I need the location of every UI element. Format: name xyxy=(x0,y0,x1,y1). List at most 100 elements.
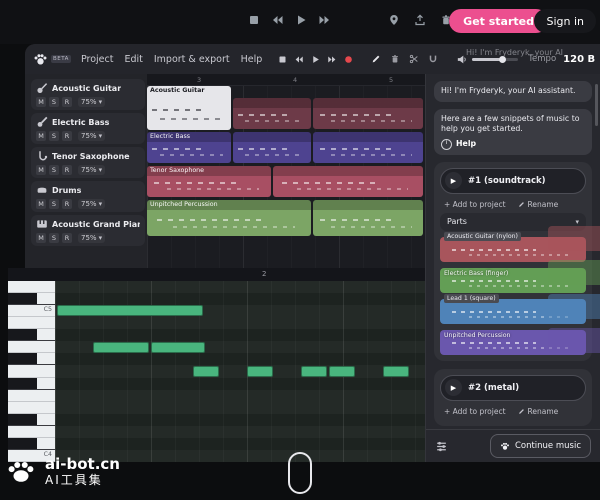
piano-key[interactable] xyxy=(8,365,55,377)
track-volume[interactable]: 75% ▾ xyxy=(78,199,105,209)
sliders-icon[interactable] xyxy=(435,440,448,453)
piano-keys[interactable]: C5C4 xyxy=(8,281,55,462)
magnet-icon[interactable] xyxy=(428,54,438,64)
piano-roll-ruler[interactable]: 2 xyxy=(8,268,425,282)
track-acoustic-grand-piano[interactable]: Acoustic Grand Piano M S R 75% ▾ xyxy=(31,215,145,246)
get-started-button[interactable]: Get started xyxy=(449,9,548,33)
piano-icon xyxy=(36,218,48,230)
scissors-icon[interactable] xyxy=(409,54,419,64)
pin-icon[interactable] xyxy=(388,14,400,26)
volume-slider[interactable] xyxy=(472,58,518,61)
midi-note[interactable] xyxy=(93,342,149,353)
upload-icon[interactable] xyxy=(414,14,426,26)
solo-button[interactable]: S xyxy=(49,131,59,141)
solo-button[interactable]: S xyxy=(49,97,59,107)
play-icon[interactable]: ▶ xyxy=(445,379,462,396)
clip-acoustic-guitar[interactable] xyxy=(233,98,311,129)
arm-record-button[interactable]: R xyxy=(62,97,72,107)
mute-button[interactable]: M xyxy=(36,97,46,107)
menu-edit[interactable]: Edit xyxy=(124,54,142,65)
forward-icon[interactable] xyxy=(327,55,337,64)
piano-roll-grid[interactable] xyxy=(55,281,425,462)
arm-record-button[interactable]: R xyxy=(62,233,72,243)
clip-unpitched-percussion[interactable] xyxy=(313,200,423,236)
piano-key[interactable] xyxy=(8,378,55,390)
piano-key[interactable] xyxy=(8,329,55,341)
clip-tenor-saxophone[interactable] xyxy=(273,166,423,197)
piano-key[interactable] xyxy=(8,426,55,438)
pencil-icon[interactable] xyxy=(371,54,381,64)
menu-project[interactable]: Project xyxy=(81,54,114,65)
snippet-2-play-pill[interactable]: ▶ #2 (metal) xyxy=(440,375,586,401)
midi-note[interactable] xyxy=(151,342,205,353)
solo-button[interactable]: S xyxy=(49,233,59,243)
piano-key[interactable] xyxy=(8,341,55,353)
add-to-project-button[interactable]: + Add to project xyxy=(444,407,506,416)
track-tenor-saxophone[interactable]: Tenor Saxophone M S R 75% ▾ xyxy=(31,147,145,178)
mute-button[interactable]: M xyxy=(36,199,46,209)
forward-icon[interactable] xyxy=(318,14,331,26)
rewind-icon[interactable] xyxy=(294,55,304,64)
help-link[interactable]: i Help xyxy=(441,139,585,150)
clip-electric-bass[interactable]: Electric Bass xyxy=(147,132,231,163)
piano-key[interactable] xyxy=(8,281,55,293)
mute-button[interactable]: M xyxy=(36,233,46,243)
arm-record-button[interactable]: R xyxy=(62,131,72,141)
app-logo[interactable]: BETA xyxy=(33,52,71,66)
timeline-ruler[interactable]: 3 4 5 xyxy=(147,74,425,86)
rename-button[interactable]: Rename xyxy=(518,200,559,209)
midi-note[interactable] xyxy=(193,366,219,377)
clip-acoustic-guitar[interactable] xyxy=(313,98,423,129)
play-icon[interactable] xyxy=(311,55,320,64)
solo-button[interactable]: S xyxy=(49,165,59,175)
track-volume[interactable]: 75% ▾ xyxy=(78,97,105,107)
arm-record-button[interactable]: R xyxy=(62,165,72,175)
track-volume[interactable]: 75% ▾ xyxy=(78,131,105,141)
clips-area[interactable]: Acoustic Guitar Electric Bass Tenor Saxo… xyxy=(147,86,425,286)
track-volume[interactable]: 75% ▾ xyxy=(78,233,105,243)
record-icon[interactable] xyxy=(344,55,353,64)
panel-scrollbar[interactable] xyxy=(595,84,598,126)
play-icon[interactable]: ▶ xyxy=(445,172,462,189)
clip-electric-bass[interactable] xyxy=(233,132,311,163)
trash-icon[interactable] xyxy=(390,54,400,64)
arm-record-button[interactable]: R xyxy=(62,199,72,209)
clip-electric-bass[interactable] xyxy=(313,132,423,163)
piano-key[interactable] xyxy=(8,438,55,450)
track-volume[interactable]: 75% ▾ xyxy=(78,165,105,175)
midi-note[interactable] xyxy=(383,366,409,377)
rename-button[interactable]: Rename xyxy=(518,407,559,416)
continue-music-button[interactable]: Continue music xyxy=(490,434,591,458)
sign-in-button[interactable]: Sign in xyxy=(534,9,596,33)
piano-key[interactable] xyxy=(8,390,55,402)
track-acoustic-guitar[interactable]: Acoustic Guitar M S R 75% ▾ xyxy=(31,79,145,110)
piano-key[interactable] xyxy=(8,317,55,329)
piano-key[interactable] xyxy=(8,402,55,414)
bar-number: 5 xyxy=(389,76,393,84)
clip-tenor-saxophone[interactable]: Tenor Saxophone xyxy=(147,166,271,197)
midi-note[interactable] xyxy=(329,366,355,377)
piano-key[interactable]: C5 xyxy=(8,305,55,317)
menu-import-export[interactable]: Import & export xyxy=(154,54,230,65)
piano-key[interactable] xyxy=(8,353,55,365)
assistant-intro: Here are a few snippets of music to help… xyxy=(434,109,592,155)
midi-note[interactable] xyxy=(247,366,273,377)
mute-button[interactable]: M xyxy=(36,131,46,141)
snippet-1-play-pill[interactable]: ▶ #1 (soundtrack) xyxy=(440,168,586,194)
clip-acoustic-guitar-selected[interactable]: Acoustic Guitar xyxy=(147,86,231,130)
midi-note[interactable] xyxy=(57,305,203,316)
rewind-icon[interactable] xyxy=(271,14,284,26)
track-electric-bass[interactable]: Electric Bass M S R 75% ▾ xyxy=(31,113,145,144)
track-drums[interactable]: Drums M S R 75% ▾ xyxy=(31,181,145,212)
stop-icon[interactable] xyxy=(278,55,287,64)
play-icon[interactable] xyxy=(295,14,307,26)
add-to-project-button[interactable]: + Add to project xyxy=(444,200,506,209)
midi-note[interactable] xyxy=(301,366,327,377)
stop-icon[interactable] xyxy=(248,14,260,26)
menu-help[interactable]: Help xyxy=(241,54,263,65)
piano-key[interactable] xyxy=(8,293,55,305)
mute-button[interactable]: M xyxy=(36,165,46,175)
solo-button[interactable]: S xyxy=(49,199,59,209)
piano-key[interactable] xyxy=(8,414,55,426)
clip-unpitched-percussion[interactable]: Unpitched Percussion xyxy=(147,200,311,236)
